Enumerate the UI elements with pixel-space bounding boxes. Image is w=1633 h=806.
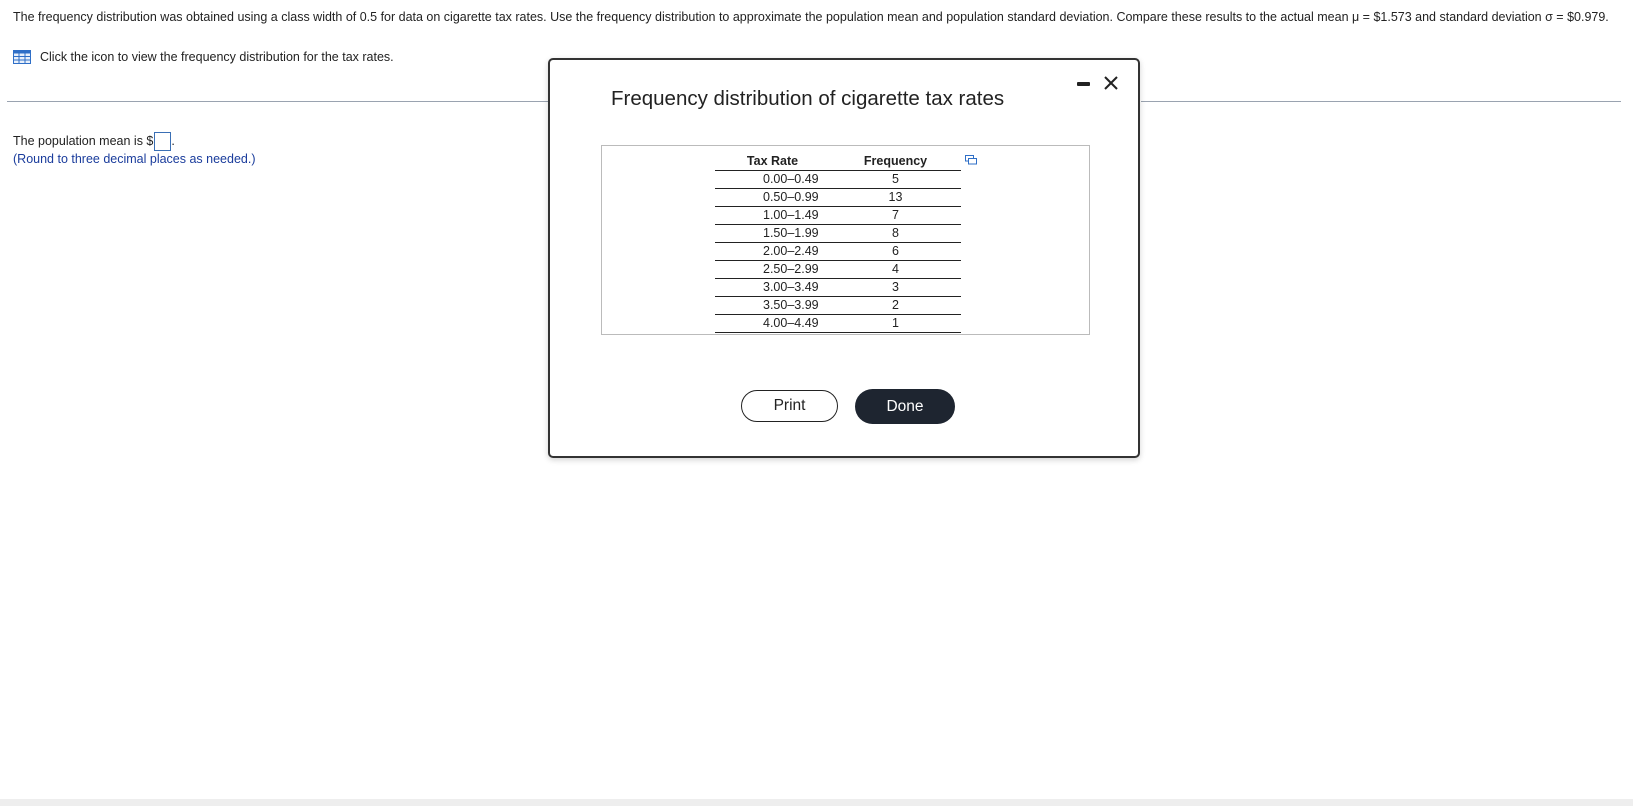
frequency-cell: 7 — [830, 206, 961, 225]
table-row: 4.00–4.49 1 — [715, 314, 961, 333]
tax-rate-cell: 3.00–3.49 — [715, 278, 830, 297]
header-frequency: Frequency — [863, 154, 928, 168]
frequency-cell: 8 — [830, 224, 961, 243]
table-row: 1.00–1.49 7 — [715, 206, 961, 225]
icon-row: Click the icon to view the frequency dis… — [13, 50, 394, 64]
table-frame: Tax Rate Frequency 0.00–0.49 5 0.50–0.99… — [601, 145, 1090, 335]
frequency-cell: 6 — [830, 242, 961, 261]
tax-rate-cell: 4.00–4.49 — [715, 314, 830, 333]
icon-prompt-text: Click the icon to view the frequency dis… — [40, 50, 394, 64]
answer-prefix: The population mean is $ — [13, 133, 154, 148]
table-row: 0.50–0.99 13 — [715, 188, 961, 207]
tax-rate-cell: 1.50–1.99 — [715, 224, 830, 243]
tax-rate-cell: 2.00–2.49 — [715, 242, 830, 261]
divider-right — [1141, 101, 1621, 102]
answer-suffix: . — [171, 133, 175, 148]
frequency-cell: 2 — [830, 296, 961, 315]
frequency-cell: 5 — [830, 170, 961, 189]
table-row: 2.00–2.49 6 — [715, 242, 961, 261]
frequency-distribution-modal: Frequency distribution of cigarette tax … — [548, 58, 1140, 458]
table-row: 3.00–3.49 3 — [715, 278, 961, 297]
minimize-icon[interactable] — [1077, 82, 1090, 86]
table-row: 3.50–3.99 2 — [715, 296, 961, 315]
bottom-bar — [0, 799, 1633, 806]
tax-rate-cell: 1.00–1.49 — [715, 206, 830, 225]
tax-rate-cell: 0.00–0.49 — [715, 170, 830, 189]
tax-rate-cell: 2.50–2.99 — [715, 260, 830, 279]
frequency-cell: 13 — [830, 188, 961, 207]
table-row: 0.00–0.49 5 — [715, 170, 961, 189]
done-button[interactable]: Done — [855, 389, 955, 424]
modal-title: Frequency distribution of cigarette tax … — [611, 87, 1005, 110]
frequency-cell: 4 — [830, 260, 961, 279]
header-tax-rate: Tax Rate — [746, 154, 799, 168]
table-icon[interactable] — [13, 50, 31, 64]
divider-left — [7, 101, 549, 102]
table-row: 2.50–2.99 4 — [715, 260, 961, 279]
close-icon[interactable] — [1102, 74, 1120, 92]
frequency-cell: 3 — [830, 278, 961, 297]
tax-rate-cell: 3.50–3.99 — [715, 296, 830, 315]
frequency-table: Tax Rate Frequency 0.00–0.49 5 0.50–0.99… — [715, 152, 961, 333]
table-row: 1.50–1.99 8 — [715, 224, 961, 243]
population-mean-input[interactable] — [154, 132, 172, 151]
answer-line: The population mean is $. — [13, 132, 175, 151]
round-note: (Round to three decimal places as needed… — [13, 152, 256, 166]
print-button[interactable]: Print — [741, 390, 838, 422]
question-text: The frequency distribution was obtained … — [13, 10, 1609, 24]
copy-to-clipboard-icon[interactable] — [965, 155, 977, 165]
frequency-cell: 1 — [830, 314, 961, 333]
tax-rate-cell: 0.50–0.99 — [715, 188, 830, 207]
